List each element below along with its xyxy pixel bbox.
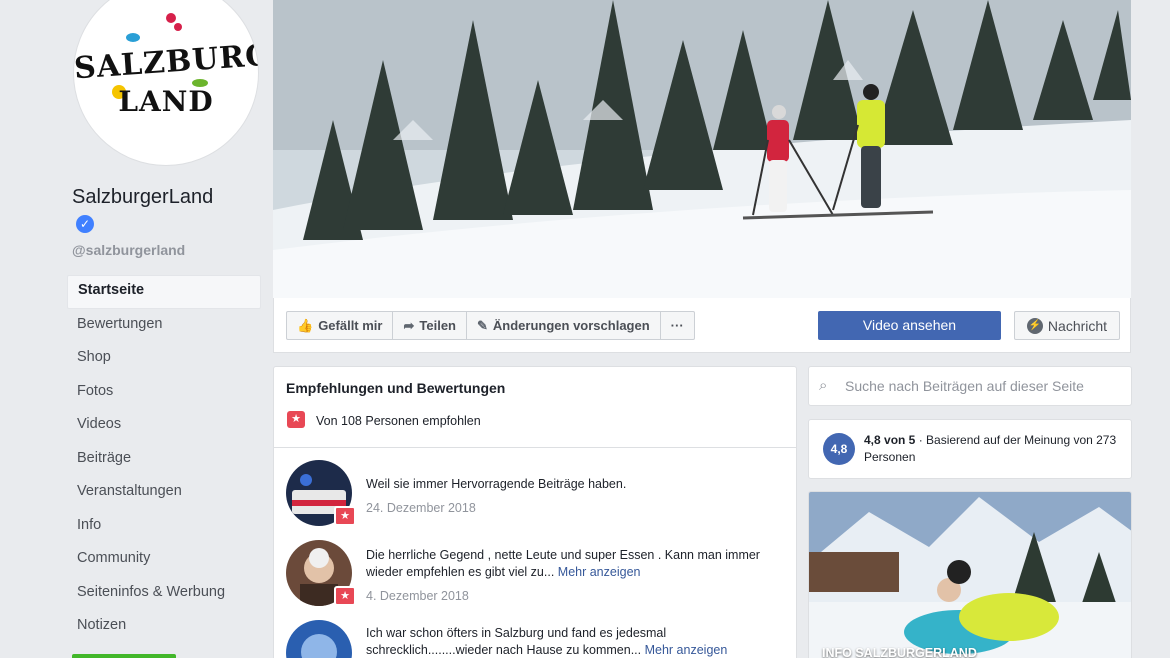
rating-summary[interactable]: 4,8 von 5 · Basierend auf der Meinung vo… [864,432,1119,466]
nav-item-shop[interactable]: Shop [67,342,261,376]
like-button[interactable]: 👍 Gefällt mir [287,312,394,339]
recommendation-count: Von 108 Personen empfohlen [316,414,481,428]
review-text: Weil sie immer Hervorragende Beiträge ha… [366,476,776,493]
recommend-badge-icon: ★ [334,586,356,606]
nav-item-notizen[interactable]: Notizen [67,610,261,644]
suggest-edits-label: Änderungen vorschlagen [492,318,650,333]
logo-red-mark [166,13,176,23]
review-date[interactable]: 4. Dezember 2018 [366,589,469,603]
show-more-link[interactable]: Mehr anzeigen [558,565,641,579]
divider [274,447,796,448]
reviewer-avatar[interactable] [286,620,352,658]
nav-item-fotos[interactable]: Fotos [67,376,261,410]
nav-item-beitraege[interactable]: Beiträge [67,443,261,477]
rating-headline: 4,8 von 5 [864,433,916,447]
messenger-icon: ⚡ [1026,317,1043,334]
thumbs-up-icon: 👍 [297,317,314,333]
review-item: ★ Die herrliche Gegend , nette Leute und… [286,540,786,610]
cover-photo[interactable] [273,0,1131,298]
info-card-label: INFO SALZBURGERLAND [822,646,977,658]
share-button-label: Teilen [419,318,456,333]
info-video-card[interactable]: INFO SALZBURGERLAND [808,491,1132,658]
page-actions-group: 👍 Gefällt mir ➦ Teilen ✎ Änderungen vors… [286,311,695,340]
cover-photo-skiers-image [273,0,1131,298]
like-button-label: Gefällt mir [318,318,383,333]
rating-card: 4,8 4,8 von 5 · Basierend auf der Meinun… [808,419,1132,479]
pencil-icon: ✎ [477,317,488,333]
nav-item-info[interactable]: Info [67,510,261,544]
verified-badge-icon: ✓ [76,215,94,233]
search-input[interactable] [845,375,1095,397]
suggest-edits-button[interactable]: ✎ Änderungen vorschlagen [467,312,661,339]
logo-green-mark [192,79,208,87]
info-card-image [809,492,1131,658]
recommendations-title[interactable]: Empfehlungen und Bewertungen [286,380,505,396]
search-icon: ⌕ [819,377,828,394]
page-profile-picture[interactable]: SALZBURGER LAND [73,0,259,166]
message-button[interactable]: ⚡ Nachricht [1014,311,1120,340]
recommendations-card: Empfehlungen und Bewertungen ★ Von 108 P… [273,366,797,658]
review-item: Ich war schon öfters in Salzburg und fan… [286,620,786,658]
review-text: Ich war schon öfters in Salzburg und fan… [366,625,776,658]
nav-item-videos[interactable]: Videos [67,409,261,443]
logo-line-2: LAND [118,85,214,118]
nav-item-bewertungen[interactable]: Bewertungen [67,309,261,343]
create-page-button[interactable] [72,654,176,658]
page-post-search: ⌕ [808,366,1132,406]
more-dots-icon: ··· [670,318,684,333]
logo-blue-mark [126,33,140,42]
page-action-bar: 👍 Gefällt mir ➦ Teilen ✎ Änderungen vors… [273,298,1131,353]
logo-line-1: SALZBURGER [73,34,259,87]
nav-item-community[interactable]: Community [67,543,261,577]
page-title[interactable]: SalzburgerLand [72,186,213,209]
page-nav: Startseite Bewertungen Shop Fotos Videos… [67,275,261,644]
recommend-badge-icon: ★ [334,506,356,526]
share-arrow-icon: ➦ [403,317,415,333]
nav-item-startseite[interactable]: Startseite [67,275,261,309]
nav-item-veranstaltungen[interactable]: Veranstaltungen [67,476,261,510]
message-button-label: Nachricht [1047,317,1108,334]
logo-red-mark-2 [174,23,182,31]
review-text: Die herrliche Gegend , nette Leute und s… [366,547,776,581]
rating-score-badge: 4,8 [823,433,855,465]
more-options-button[interactable]: ··· [661,312,694,339]
share-button[interactable]: ➦ Teilen [393,312,467,339]
review-body: Ich war schon öfters in Salzburg und fan… [366,626,667,657]
review-date[interactable]: 24. Dezember 2018 [366,501,476,515]
watch-video-button[interactable]: Video ansehen [818,311,1001,340]
review-body: Weil sie immer Hervorragende Beiträge ha… [366,477,627,491]
nav-item-seiteninfos[interactable]: Seiteninfos & Werbung [67,577,261,611]
review-item: ★ Weil sie immer Hervorragende Beiträge … [286,460,786,530]
show-more-link[interactable]: Mehr anzeigen [645,643,728,657]
page-handle[interactable]: @salzburgerland [72,242,185,258]
recommend-star-icon: ★ [287,411,305,428]
